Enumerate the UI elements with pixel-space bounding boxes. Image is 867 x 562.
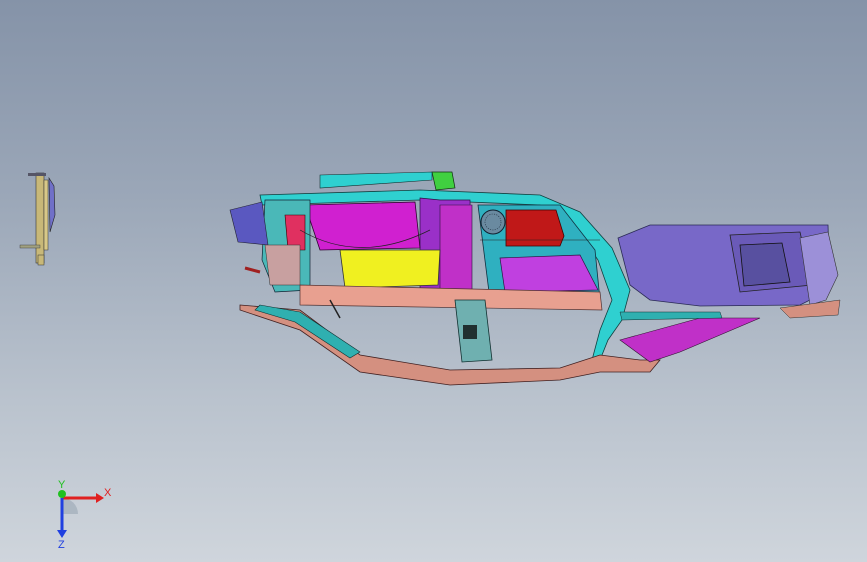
y-axis-marker (58, 490, 66, 498)
side-component-part[interactable] (19, 172, 56, 266)
coordinate-triad: X Y Z (57, 480, 112, 550)
y-axis-label: Y (58, 480, 66, 491)
x-axis-label: X (104, 487, 112, 499)
3d-viewport[interactable]: X Y Z (0, 0, 867, 562)
rear-cargo-panel[interactable] (617, 224, 841, 319)
car-body-assembly-model[interactable] (0, 0, 867, 562)
z-axis-label: Z (58, 539, 65, 550)
